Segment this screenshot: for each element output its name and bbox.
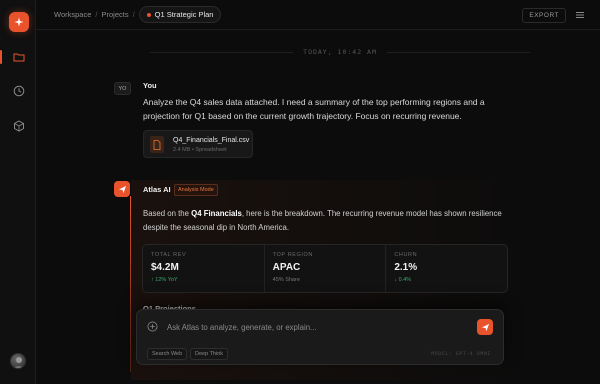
sidebar-item-history[interactable] [6,80,32,102]
user-message-text: Analyze the Q4 sales data attached. I ne… [143,97,485,121]
breadcrumb-projects[interactable]: Projects [101,10,128,19]
stat-total-revenue: TOTAL REV $4.2M ↑ 12% YoY [143,245,265,292]
stat-value: $4.2M [151,262,179,273]
attachment-name: Q4_Financials_Final.csv [173,137,250,144]
stat-trend: ↑ 12% YoY [151,277,178,283]
mode-badge: Analysis Mode [174,184,218,196]
menu-icon[interactable] [574,9,586,21]
ai-message-text: Based on the Q4 Financials, here is the … [143,207,513,234]
hexagon-icon [14,120,24,132]
stat-value: APAC [272,262,301,273]
stat-value: 2.1% [394,262,418,273]
add-attachment-icon[interactable] [147,321,158,332]
sidebar [0,0,36,384]
breadcrumb-current-label: Q1 Strategic Plan [154,10,214,19]
send-button[interactable] [477,319,493,335]
ai-avatar [114,181,130,197]
ai-message-rail [130,196,131,372]
ai-text-pre: Based on the [143,209,192,218]
user-avatar[interactable] [10,353,26,369]
clock-icon [13,85,25,97]
divider-line [150,51,294,53]
breadcrumb-separator: / [95,10,98,19]
stat-label: CHURN [394,252,418,258]
timestamp-label: TODAY, 10:42 AM [303,48,377,56]
paper-plane-icon [118,185,126,193]
app-logo[interactable] [9,12,29,32]
send-icon [481,323,489,331]
sidebar-item-files[interactable] [0,46,32,68]
search-web-chip[interactable]: Search Web [147,348,188,360]
stat-trend: ↓ 0.4% [394,277,412,283]
stat-label: TOP REGION [272,252,314,258]
ai-name: Atlas AI [143,185,171,194]
sidebar-item-models[interactable] [6,115,32,137]
composer: Search Web Deep Think MODEL: GPT-4 OMNI [136,309,504,365]
stat-churn: CHURN 2.1% ↓ 0.4% [386,245,507,292]
top-bar: Workspace / Projects / Q1 Strategic Plan… [36,0,600,30]
stats-card: TOTAL REV $4.2M ↑ 12% YoY TOP REGION APA… [142,244,508,293]
user-name: You [143,81,157,90]
timestamp-divider: TODAY, 10:42 AM [150,48,531,56]
stat-top-region: TOP REGION APAC 45% Share [265,245,387,292]
ai-text-bold: Q4 Financials [191,209,242,218]
folder-icon [13,53,25,62]
model-label: MODEL: GPT-4 OMNI [431,352,491,357]
deep-think-chip[interactable]: Deep Think [190,348,229,360]
export-button[interactable]: EXPORT [522,8,566,23]
breadcrumb-workspace[interactable]: Workspace [54,10,91,19]
stat-trend: 45% Share [272,277,300,283]
file-icon [150,136,164,153]
attachment-card[interactable]: Q4_Financials_Final.csv 2.4 MB • Spreads… [143,130,253,158]
user-avatar-badge: YO [114,82,131,95]
breadcrumb-current[interactable]: Q1 Strategic Plan [138,6,222,23]
person-icon [13,357,25,368]
breadcrumb-separator: / [132,10,135,19]
chat-input[interactable] [167,319,457,335]
sparkle-icon [14,17,24,27]
attachment-meta: 2.4 MB • Spreadsheet [173,147,227,153]
stat-label: TOTAL REV [151,252,187,258]
status-dot [146,12,151,17]
divider-line [386,51,531,53]
